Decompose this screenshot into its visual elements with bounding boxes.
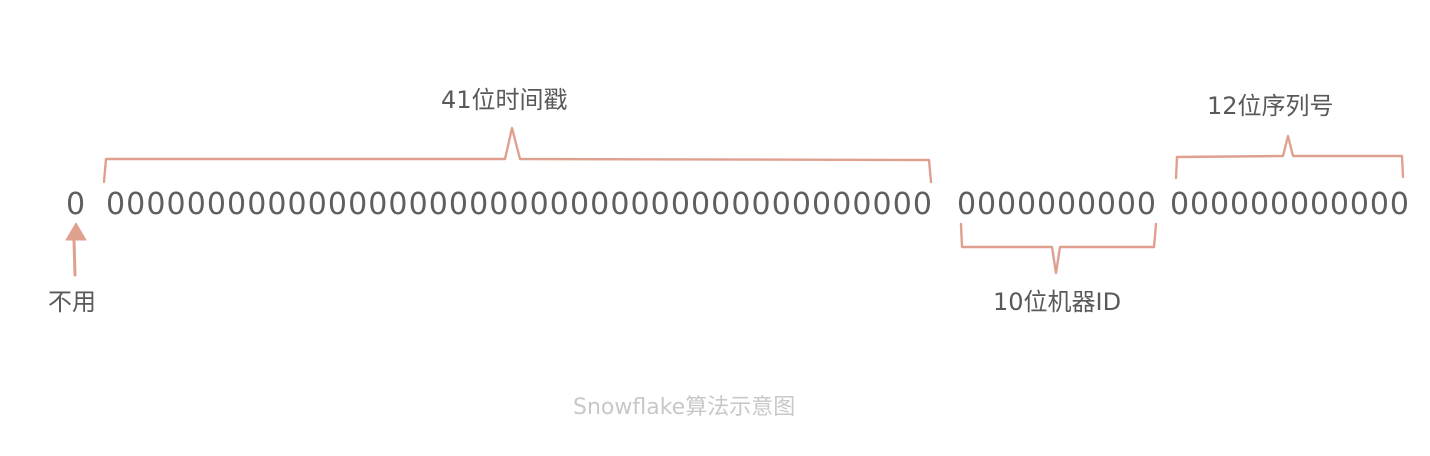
timestamp-label: 41位时间戳	[441, 86, 568, 114]
sequence-bits-digits: 000000000000	[1170, 187, 1409, 222]
timestamp-bracket	[102, 126, 933, 184]
diagram-caption: Snowflake算法示意图	[573, 395, 795, 420]
machine-id-bracket	[959, 222, 1158, 275]
sign-bit-digits: 0	[66, 187, 85, 222]
sequence-bracket	[1174, 134, 1405, 180]
sign-bit-label: 不用	[48, 288, 96, 316]
timestamp-bits-digits: 0000000000000000000000000000000000000000…	[106, 187, 932, 222]
machine-id-label: 10位机器ID	[993, 288, 1121, 316]
machine-id-bits-digits: 0000000000	[957, 187, 1156, 222]
snowflake-diagram: 0 00000000000000000000000000000000000000…	[48, 86, 1409, 420]
sequence-label: 12位序列号	[1207, 92, 1334, 120]
up-arrow-icon	[65, 222, 87, 277]
